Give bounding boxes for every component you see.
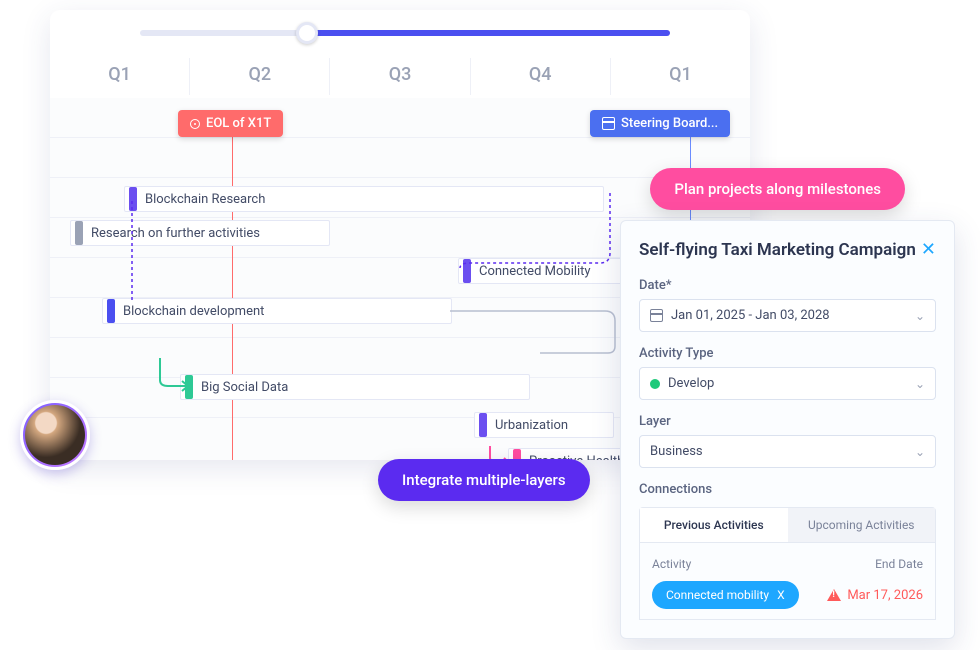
activity-type-value: Develop <box>668 376 714 391</box>
end-date-value: Mar 17, 2026 <box>847 588 923 603</box>
tab-previous-activities[interactable]: Previous Activities <box>640 508 788 542</box>
col-activity: Activity <box>652 557 691 571</box>
bar-color-indicator <box>75 221 83 245</box>
connections-label: Connections <box>639 482 936 497</box>
activity-chip[interactable]: Connected mobility X <box>652 581 799 609</box>
bar-blockchain-dev[interactable]: Blockchain development <box>102 298 452 324</box>
bar-color-indicator <box>479 413 487 437</box>
bar-label: Blockchain development <box>123 304 264 319</box>
bar-blockchain-research[interactable]: Blockchain Research <box>124 186 604 212</box>
bar-label: Research on further activities <box>91 226 260 241</box>
milestone-tag-steering[interactable]: Steering Board... <box>590 110 730 137</box>
milestone-dot-icon <box>190 119 200 129</box>
layer-select[interactable]: Business ⌄ <box>639 435 936 468</box>
close-icon[interactable]: ✕ <box>921 239 936 260</box>
milestone-label: EOL of X1T <box>206 116 271 131</box>
quarter-q1a: Q1 <box>50 58 190 95</box>
connections-tabs: Previous Activities Upcoming Activities <box>639 507 936 543</box>
callout-integrate-layers: Integrate multiple-layers <box>378 459 590 501</box>
date-label: Date* <box>639 278 936 293</box>
bar-urbanization[interactable]: Urbanization <box>474 412 614 438</box>
bar-further-activities[interactable]: Research on further activities <box>70 220 330 246</box>
chip-label: Connected mobility <box>666 588 769 602</box>
bar-label: Urbanization <box>495 418 568 433</box>
status-dot-icon <box>650 379 660 389</box>
detail-title: Self-flying Taxi Marketing Campaign <box>639 240 916 260</box>
chevron-down-icon: ⌄ <box>915 377 925 391</box>
bar-connected-mobility[interactable]: Connected Mobility <box>458 258 630 284</box>
date-value: Jan 01, 2025 - Jan 03, 2028 <box>671 308 830 323</box>
bar-color-indicator <box>463 259 471 283</box>
activity-type-select[interactable]: Develop ⌄ <box>639 367 936 400</box>
quarter-header-row: Q1 Q2 Q3 Q4 Q1 <box>50 58 750 95</box>
quarter-q4: Q4 <box>471 58 611 95</box>
calendar-icon <box>650 309 663 322</box>
bar-label: Big Social Data <box>201 380 288 395</box>
layer-value: Business <box>650 444 703 459</box>
quarter-q3: Q3 <box>330 58 470 95</box>
layer-label: Layer <box>639 414 936 429</box>
chip-remove-icon[interactable]: X <box>777 588 785 602</box>
timeline-slider-track[interactable] <box>140 30 670 36</box>
milestone-label: Steering Board... <box>621 116 718 131</box>
bar-label: Connected Mobility <box>479 264 591 279</box>
bar-color-indicator <box>129 187 137 211</box>
bar-color-indicator <box>185 375 193 399</box>
chevron-down-icon: ⌄ <box>915 445 925 459</box>
activity-type-label: Activity Type <box>639 346 936 361</box>
warning-icon <box>827 589 841 601</box>
user-avatar[interactable] <box>20 400 90 470</box>
timeline-slider-fill <box>306 30 670 36</box>
bar-label: Blockchain Research <box>145 192 265 207</box>
callout-plan-milestones: Plan projects along milestones <box>650 168 905 210</box>
col-end-date: End Date <box>875 557 923 571</box>
calendar-icon <box>602 117 615 130</box>
date-input[interactable]: Jan 01, 2025 - Jan 03, 2028 ⌄ <box>639 299 936 332</box>
connections-tab-body: Activity End Date Connected mobility X M… <box>639 543 936 620</box>
avatar-image <box>25 405 85 465</box>
bar-color-indicator <box>107 299 115 323</box>
tab-upcoming-activities[interactable]: Upcoming Activities <box>788 508 936 542</box>
activity-detail-panel: Self-flying Taxi Marketing Campaign ✕ Da… <box>620 220 955 639</box>
end-date-warning: Mar 17, 2026 <box>827 588 923 603</box>
quarter-q2: Q2 <box>190 58 330 95</box>
bar-big-social[interactable]: Big Social Data <box>180 374 530 400</box>
milestone-tag-eol[interactable]: EOL of X1T <box>178 110 283 137</box>
timeline-slider-thumb[interactable] <box>296 22 318 44</box>
chevron-down-icon: ⌄ <box>915 309 925 323</box>
quarter-q1b: Q1 <box>611 58 750 95</box>
